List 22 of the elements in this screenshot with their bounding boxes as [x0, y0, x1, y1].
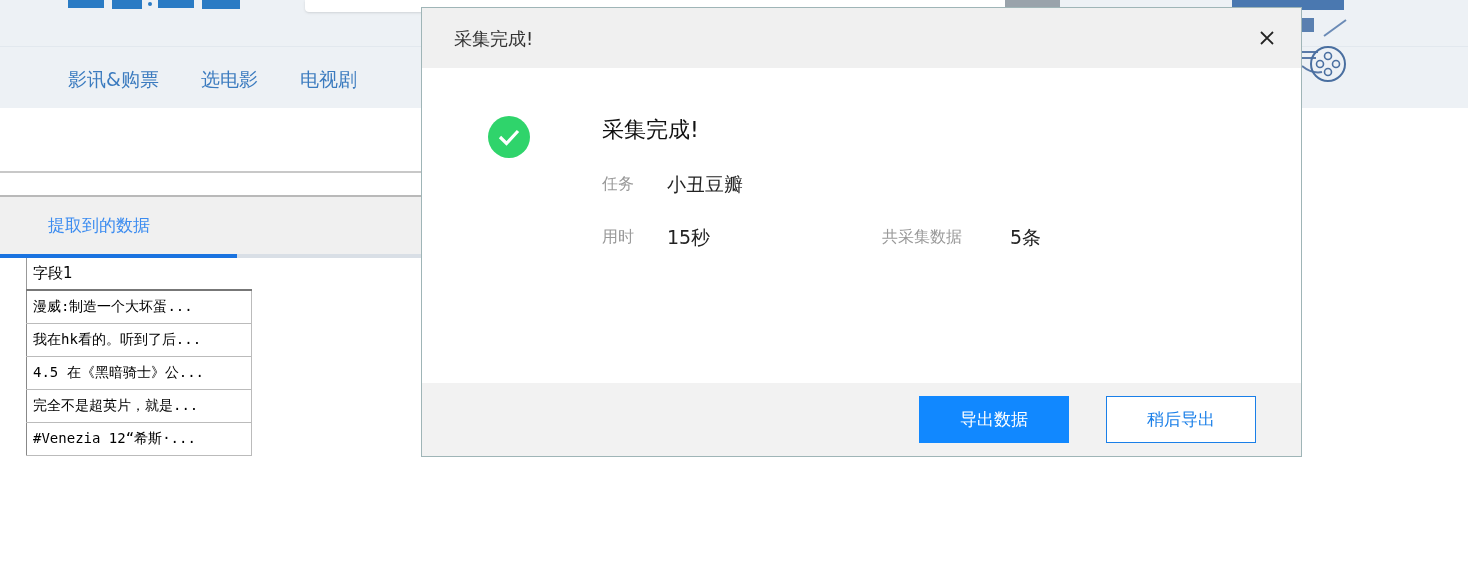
later-button[interactable]: 稍后导出 [1106, 396, 1256, 443]
dialog-title: 采集完成! [454, 26, 534, 51]
success-check-icon [488, 116, 530, 158]
field-label: 任务 [602, 173, 635, 196]
close-icon[interactable] [1259, 30, 1275, 46]
nav-link[interactable]: 影讯&购票 [68, 65, 159, 94]
tab[interactable]: 提取到的数据 [0, 197, 237, 258]
field-value: 15秒 [667, 224, 711, 250]
table-cell: 4.5 在《黑暗骑士》公... [26, 356, 252, 389]
field-label: 用时 [602, 225, 635, 248]
column-header: 字段1 [26, 258, 252, 290]
nav-link[interactable]: 电视剧 [299, 65, 357, 94]
field-label: 共采集数据 [882, 225, 963, 248]
field-value: 5条 [1010, 224, 1042, 250]
table-cell: 完全不是超英片，就是... [26, 389, 252, 422]
table-cell: #Venezia 12“希斯·... [26, 422, 252, 455]
table-cell: 我在hk看的。听到了后... [26, 323, 252, 356]
nav-link[interactable]: 选电影 [200, 65, 258, 94]
dialog-heading: 采集完成! [602, 116, 700, 144]
export-button[interactable]: 导出数据 [919, 396, 1069, 443]
table-cell: 漫威:制造一个大坏蛋... [26, 290, 252, 323]
field-value: 小丑豆瓣 [667, 172, 743, 197]
